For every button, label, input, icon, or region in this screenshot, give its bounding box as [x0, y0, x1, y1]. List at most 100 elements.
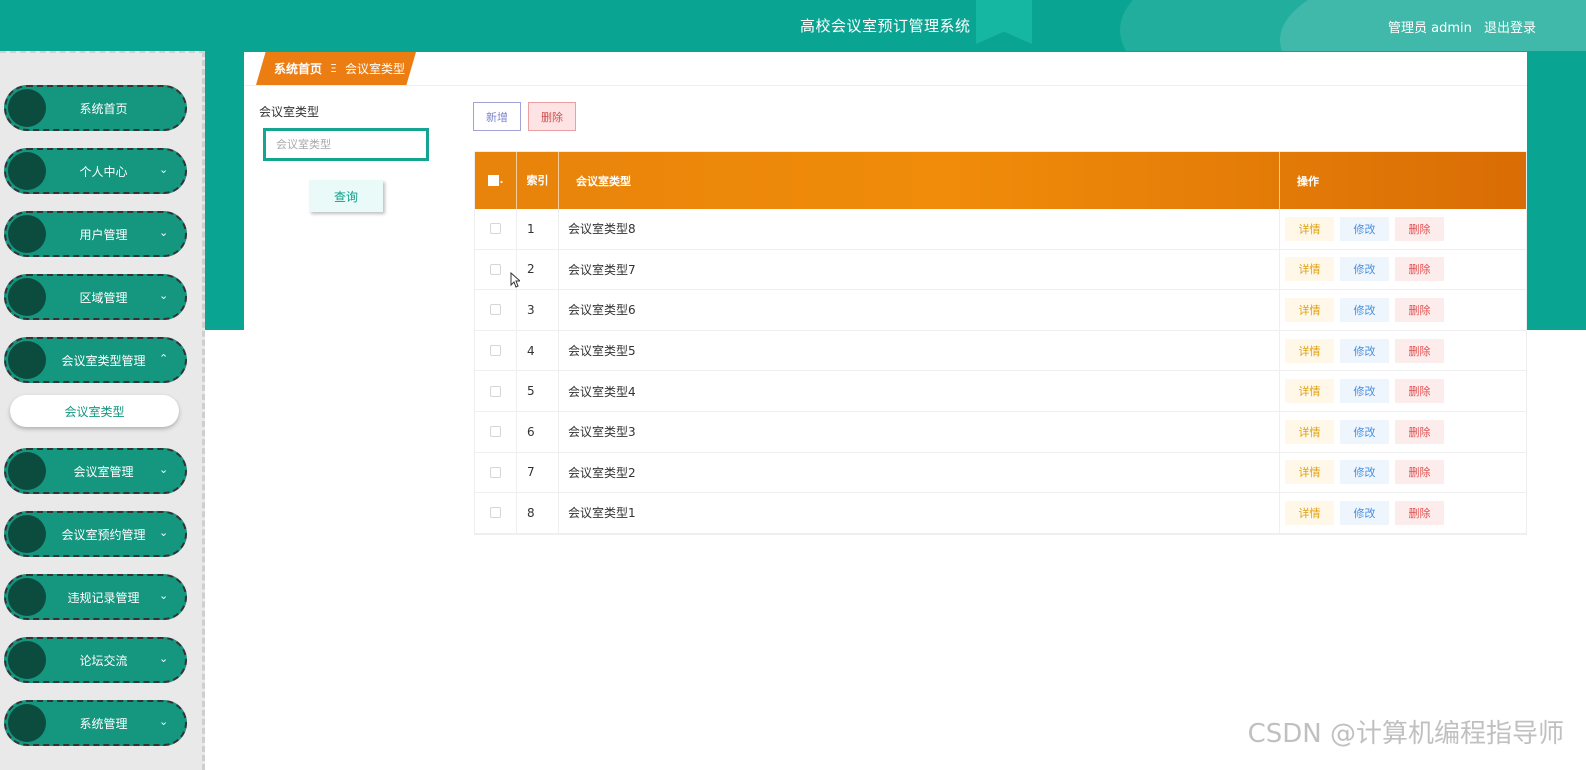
row-index: 4 — [517, 330, 559, 371]
row-index: 7 — [517, 452, 559, 493]
table-row: 1 会议室类型8 详情 修改 删除 — [475, 209, 1526, 250]
table-row: 7 会议室类型2 详情 修改 删除 — [475, 452, 1526, 494]
row-select-cell — [475, 411, 517, 452]
row-operations: 详情 修改 删除 — [1280, 412, 1526, 452]
sidebar-item-user-management[interactable]: 用户管理 ⌄ — [4, 211, 187, 257]
sidebar-item-area-management[interactable]: 区域管理 ⌄ — [4, 274, 187, 320]
breadcrumb-home[interactable]: 系统首页 — [274, 60, 322, 77]
edit-button[interactable]: 修改 — [1340, 419, 1389, 444]
delete-button[interactable]: 删除 — [1395, 338, 1444, 363]
detail-button[interactable]: 详情 — [1285, 216, 1334, 241]
sidebar-item-violation-management[interactable]: 违规记录管理 ⌄ — [4, 574, 187, 620]
add-button[interactable]: 新增 — [473, 102, 521, 131]
sidebar-item-booking-management[interactable]: 会议室预约管理 ⌄ — [4, 511, 187, 557]
row-checkbox[interactable] — [490, 345, 501, 357]
edit-button[interactable]: 修改 — [1340, 379, 1389, 404]
delete-button[interactable]: 删除 — [1395, 460, 1444, 485]
sidebar-item-label: 会议室管理 — [73, 464, 134, 479]
header-index: 索引 — [517, 152, 559, 209]
app-title: 高校会议室预订管理系统 — [800, 17, 971, 35]
menu-dot-icon — [8, 341, 46, 379]
chevron-down-icon: ⌄ — [159, 526, 169, 539]
edit-button[interactable]: 修改 — [1340, 257, 1389, 282]
delete-button[interactable]: 删除 — [1395, 216, 1444, 241]
menu-dot-icon — [8, 215, 46, 253]
detail-button[interactable]: 详情 — [1285, 297, 1334, 322]
row-operations: 详情 修改 删除 — [1280, 331, 1526, 371]
edit-button[interactable]: 修改 — [1340, 297, 1389, 322]
breadcrumb-current: 会议室类型 — [344, 62, 405, 76]
batch-delete-button[interactable]: 删除 — [528, 102, 576, 131]
row-operations: 详情 修改 删除 — [1280, 453, 1526, 493]
sidebar-item-forum[interactable]: 论坛交流 ⌄ — [4, 637, 187, 683]
sidebar-item-label: 区域管理 — [79, 290, 128, 305]
row-checkbox[interactable] — [490, 304, 501, 316]
sidebar-item-room-type-management[interactable]: 会议室类型管理 ⌃ — [4, 337, 187, 383]
mouse-cursor-icon — [510, 272, 520, 288]
row-checkbox[interactable] — [490, 466, 501, 478]
row-index: 5 — [517, 371, 559, 411]
sidebar-item-personal-center[interactable]: 个人中心 ⌄ — [4, 148, 187, 194]
delete-button[interactable]: 删除 — [1395, 257, 1444, 282]
sidebar-item-room-management[interactable]: 会议室管理 ⌄ — [4, 448, 187, 494]
sidebar-item-label: 会议室预约管理 — [61, 527, 146, 542]
menu-dot-icon — [8, 515, 46, 553]
query-button[interactable]: 查询 — [309, 180, 383, 212]
row-index: 3 — [517, 290, 559, 330]
row-room-type: 会议室类型7 — [559, 249, 1280, 290]
table-row: 8 会议室类型1 详情 修改 删除 — [475, 493, 1526, 534]
chevron-down-icon: ⌄ — [159, 226, 169, 239]
detail-button[interactable]: 详情 — [1285, 379, 1334, 404]
watermark: CSDN @计算机编程指导师 — [1247, 719, 1564, 749]
row-checkbox[interactable] — [490, 223, 501, 235]
detail-button[interactable]: 详情 — [1285, 338, 1334, 363]
table-body: 1 会议室类型8 详情 修改 删除 2 会议室类型7 详情 修改 删除 3 会议室类型6 详情 修改 删除 4… — [475, 209, 1526, 534]
row-room-type: 会议室类型4 — [559, 371, 1280, 411]
row-checkbox[interactable] — [490, 263, 501, 275]
sidebar-item-system-management[interactable]: 系统管理 ⌄ — [4, 700, 187, 746]
row-checkbox[interactable] — [490, 426, 501, 438]
menu-dot-icon — [8, 578, 46, 616]
menu-dot-icon — [8, 152, 46, 190]
table-row: 6 会议室类型3 详情 修改 删除 — [475, 411, 1526, 453]
header-select-all[interactable]: . — [475, 152, 517, 209]
sidebar-item-home[interactable]: 系统首页 — [4, 85, 187, 131]
edit-button[interactable]: 修改 — [1340, 500, 1389, 525]
breadcrumb: 系统首页 Ξ 会议室类型 — [256, 52, 416, 85]
select-all-checkbox[interactable] — [487, 175, 499, 186]
delete-button[interactable]: 删除 — [1395, 500, 1444, 525]
sidebar: 系统首页 个人中心 ⌄ 用户管理 ⌄ 区域管理 ⌄ 会议室类型管理 ⌃ 会议室类… — [0, 51, 205, 770]
sidebar-item-label: 用户管理 — [79, 227, 128, 242]
chevron-down-icon: ⌄ — [159, 463, 169, 476]
row-room-type: 会议室类型1 — [559, 493, 1280, 533]
edit-button[interactable]: 修改 — [1340, 216, 1389, 241]
delete-button[interactable]: 删除 — [1395, 297, 1444, 322]
row-room-type: 会议室类型6 — [559, 290, 1280, 330]
row-select-cell — [475, 209, 517, 249]
edit-button[interactable]: 修改 — [1340, 460, 1389, 485]
sidebar-item-label: 系统首页 — [79, 101, 128, 116]
menu-dot-icon — [8, 452, 46, 490]
detail-button[interactable]: 详情 — [1285, 500, 1334, 525]
row-operations: 详情 修改 删除 — [1280, 209, 1526, 249]
main-panel: 系统首页 Ξ 会议室类型 会议室类型 查询 新增 删除 . 索引 会议室类型 操… — [244, 52, 1527, 770]
row-room-type: 会议室类型2 — [559, 452, 1280, 493]
edit-button[interactable]: 修改 — [1340, 338, 1389, 363]
detail-button[interactable]: 详情 — [1285, 460, 1334, 485]
user-area: 管理员 admin 退出登录 — [1380, 17, 1536, 36]
table-row: 5 会议室类型4 详情 修改 删除 — [475, 371, 1526, 412]
row-checkbox[interactable] — [490, 385, 501, 397]
logout-link[interactable]: 退出登录 — [1484, 21, 1536, 36]
table-row: 3 会议室类型6 详情 修改 删除 — [475, 290, 1526, 331]
delete-button[interactable]: 删除 — [1395, 419, 1444, 444]
room-type-table: . 索引 会议室类型 操作 1 会议室类型8 详情 修改 删除 2 会议室类型7 详情 修改 删除… — [474, 151, 1527, 535]
detail-button[interactable]: 详情 — [1285, 419, 1334, 444]
row-operations: 详情 修改 删除 — [1280, 371, 1526, 411]
detail-button[interactable]: 详情 — [1285, 257, 1334, 282]
sidebar-item-label: 会议室类型管理 — [61, 353, 146, 368]
sidebar-subitem-room-type[interactable]: 会议室类型 — [10, 395, 179, 427]
delete-button[interactable]: 删除 — [1395, 379, 1444, 404]
room-type-search-input[interactable] — [263, 128, 429, 161]
row-checkbox[interactable] — [490, 507, 501, 519]
row-operations: 详情 修改 删除 — [1280, 250, 1526, 290]
